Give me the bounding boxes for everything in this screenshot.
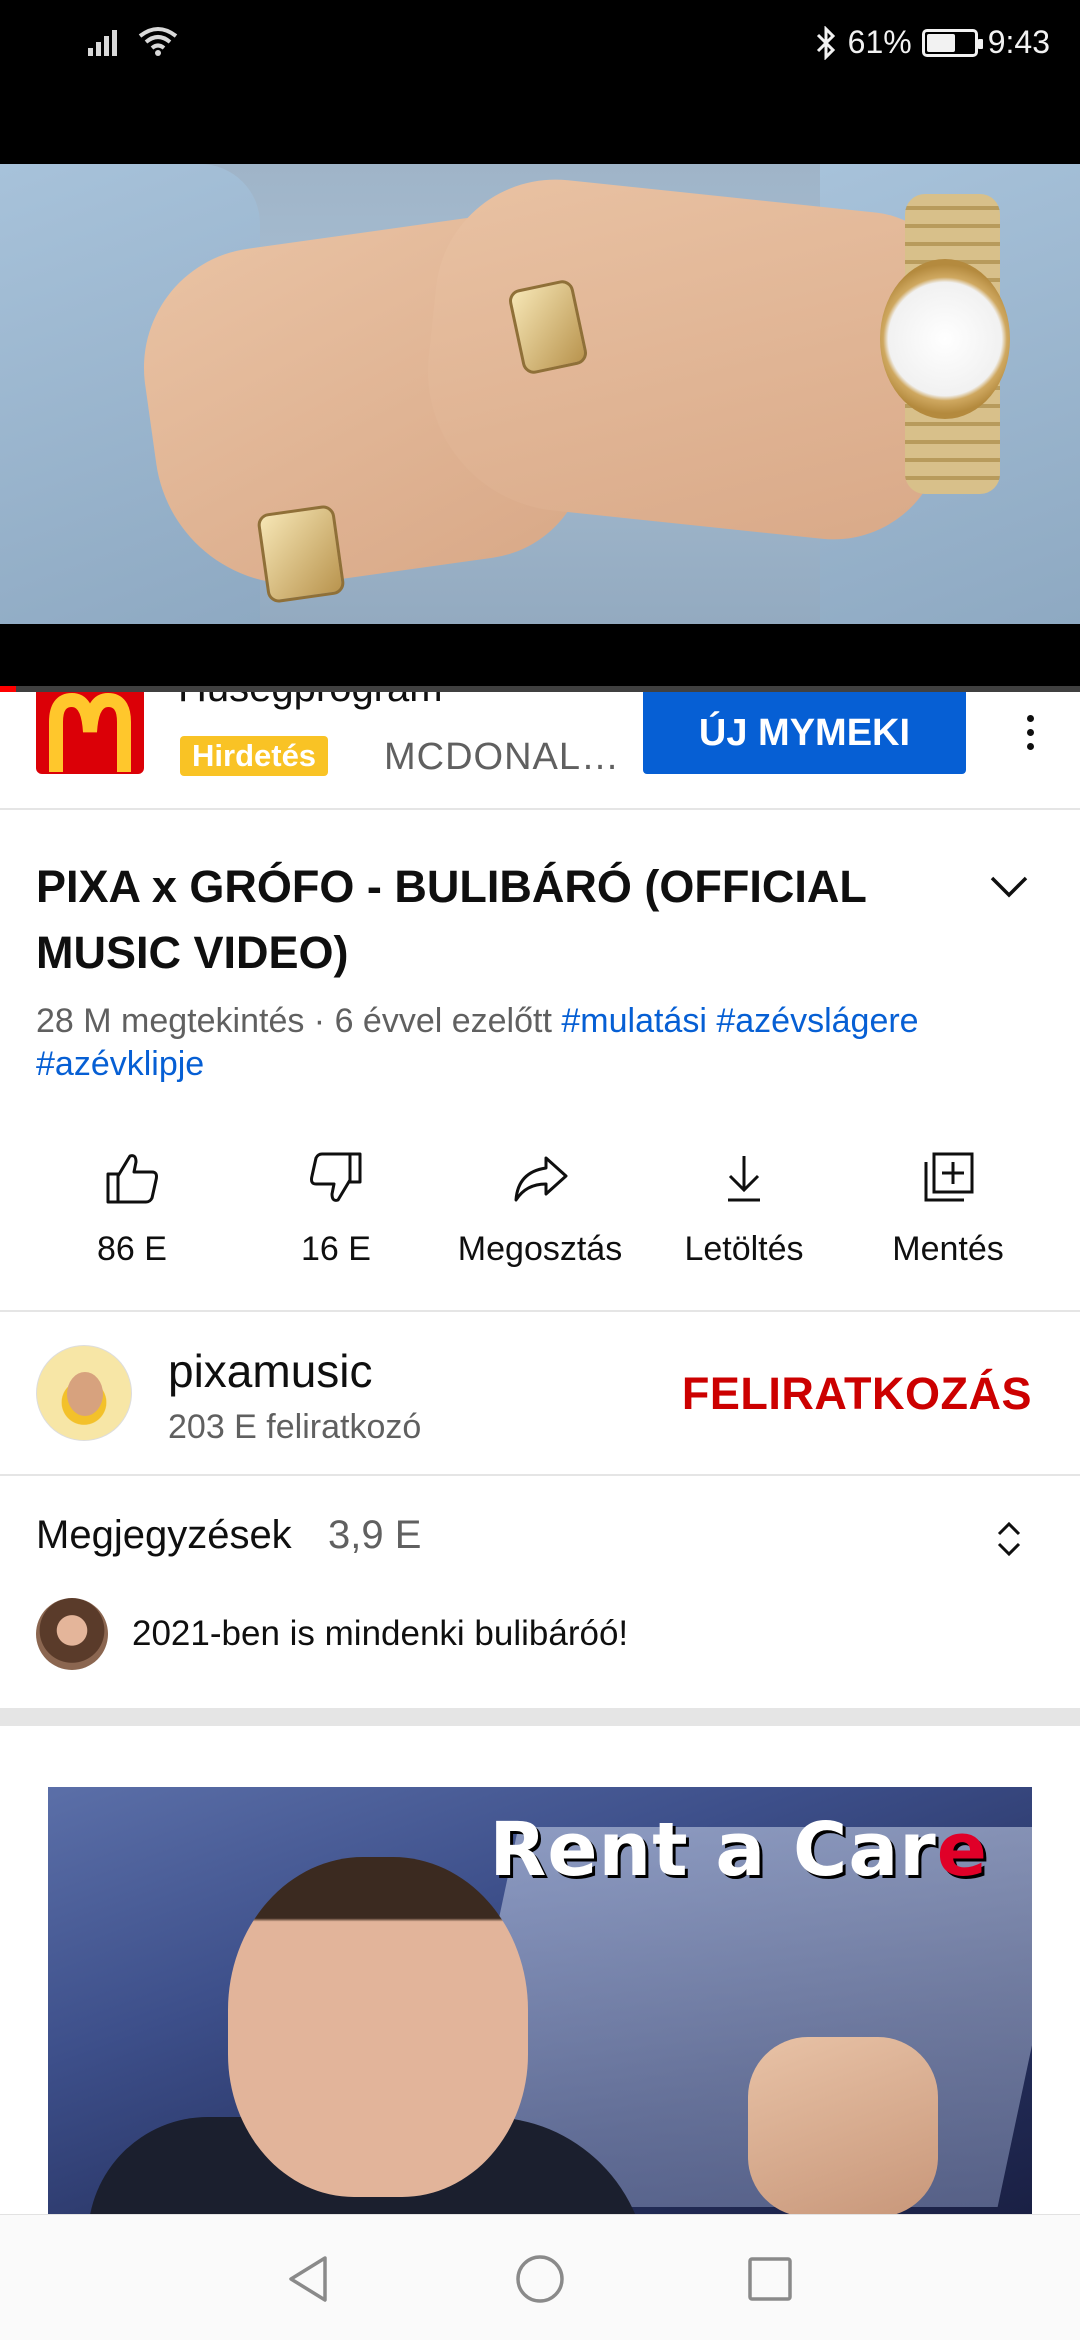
battery-percent: 61% [847,24,912,60]
share-button[interactable]: Megosztás [438,1148,642,1278]
download-icon [728,1156,760,1202]
video-title[interactable]: PIXA x GRÓFO - BULIBÁRÓ (OFFICIAL MUSIC … [36,854,956,986]
ring-lower [256,504,346,604]
action-row: 86 E 16 E Megosztás Letöltés Mentés [0,1148,1080,1278]
video-frame[interactable] [0,164,1080,624]
battery-icon [921,28,983,57]
share-label: Megosztás [457,1230,623,1268]
subscriber-count: 203 E feliratkozó [168,1408,422,1446]
thumbnail-title: Rent a Care [489,1807,988,1893]
divider [0,1310,1080,1312]
next-video-thumbnail[interactable]: Rent a Care [48,1787,1032,2215]
person-head [228,1857,528,2197]
dislike-count: 16 E [301,1230,371,1268]
subscribe-button[interactable]: FELIRATKOZÁS [682,1368,1032,1420]
divider [0,1474,1080,1476]
like-count: 86 E [97,1230,167,1268]
battery-level-fill [926,33,955,52]
ad-cta-button[interactable]: ÚJ MYMEKI [643,692,966,774]
comments-count: 3,9 E [328,1513,422,1557]
thumbnail-title-accent: e [936,1807,988,1893]
hashtag-link[interactable]: #mulatási [561,1002,707,1040]
back-icon [289,2256,327,2302]
hashtag-link[interactable]: #azévslágere [716,1002,918,1040]
thumbnail-title-main: Rent a Car [489,1807,937,1893]
ad-badge: Hirdetés [180,736,329,776]
signal-icon [88,30,117,56]
recents-icon [748,2257,792,2301]
like-button[interactable]: 86 E [30,1148,234,1278]
status-bar: 61% 9:43 [0,0,1080,92]
channel-name[interactable]: pixamusic [168,1344,373,1398]
home-button[interactable] [510,2249,570,2309]
person-hand [748,2037,938,2215]
section-divider [0,1708,1080,1726]
video-player[interactable] [0,92,1080,692]
dislike-button[interactable]: 16 E [234,1148,438,1278]
thumbs-up-icon [106,1154,158,1204]
wifi-icon [138,27,178,56]
recents-button[interactable] [740,2249,800,2309]
more-options-icon[interactable] [1010,702,1050,762]
thumbs-down-icon [310,1152,362,1202]
back-button[interactable] [278,2249,338,2309]
ad-advertiser: MCDONAL… [384,736,621,778]
chevron-down-icon[interactable] [984,862,1034,912]
wristwatch [880,259,1010,419]
save-label: Mentés [892,1230,1004,1268]
commenter-avatar[interactable] [36,1598,108,1670]
home-icon [516,2255,564,2303]
hashtag-link[interactable]: #azévklipje [36,1045,204,1083]
status-left [88,26,178,56]
system-navigation-bar [0,2214,1080,2340]
mcdonalds-logo[interactable] [36,692,144,774]
comments-header[interactable]: Megjegyzések [36,1513,292,1558]
save-playlist-icon [924,1152,974,1202]
top-comment[interactable]: 2021-ben is mindenki bulibáróó! [132,1614,628,1654]
download-button[interactable]: Letöltés [642,1148,846,1278]
status-right: 61% 9:43 [814,24,1050,61]
bluetooth-icon [816,25,835,60]
share-icon [514,1156,568,1202]
video-meta: 28 M megtekintés · 6 évvel ezelőtt #mula… [36,1000,1046,1086]
download-label: Letöltés [684,1230,804,1268]
views-and-age: 28 M megtekintés · 6 évvel ezelőtt [36,1002,552,1040]
ad-title: Hűségprogram [178,692,443,711]
golden-arches-icon [49,692,131,772]
channel-avatar[interactable] [36,1345,132,1441]
status-time: 9:43 [987,24,1050,60]
save-button[interactable]: Mentés [846,1148,1050,1278]
expand-collapse-icon[interactable] [986,1514,1032,1564]
ad-banner[interactable]: Hűségprogram Hirdetés MCDONAL… ÚJ MYMEKI [0,692,1080,810]
